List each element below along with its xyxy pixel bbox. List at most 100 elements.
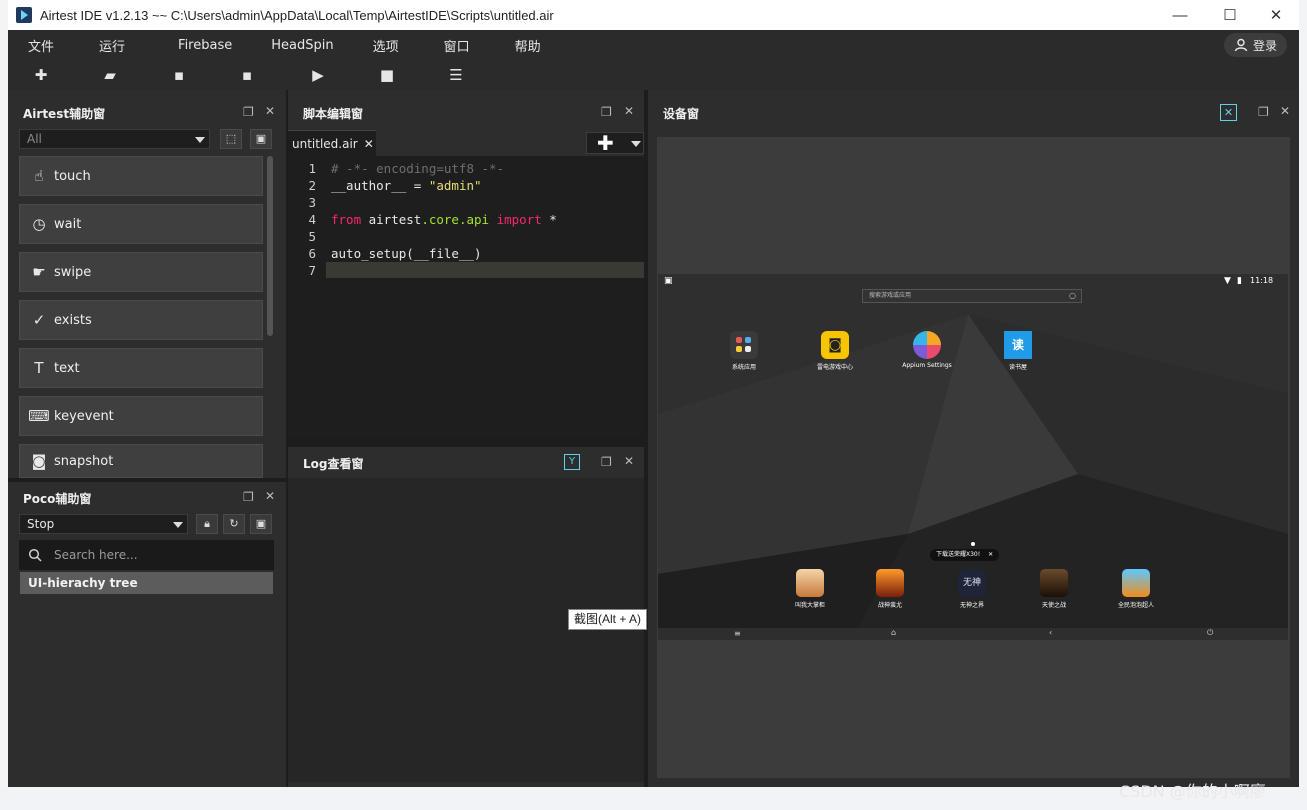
background-page-right-edge	[1299, 0, 1307, 787]
app-label: 雷电游戏中心	[816, 364, 853, 371]
minimize-button[interactable]: —	[1157, 0, 1203, 30]
app-label: 读书屋	[1008, 364, 1027, 371]
app-game-5[interactable]: 全民泡泡超人	[1112, 569, 1160, 615]
poco-search-field[interactable]: Search here...	[19, 540, 274, 570]
ui-hierarchy-tree-header[interactable]: UI-hierachy tree	[20, 572, 273, 594]
menu-file[interactable]: 文件	[8, 36, 73, 55]
api-exists-button[interactable]: ✓ exists	[19, 300, 263, 340]
select-region-icon[interactable]: ⬚	[220, 129, 242, 149]
menu-help[interactable]: 帮助	[489, 36, 560, 55]
float-panel-icon[interactable]: ❐	[243, 105, 254, 119]
record-icon[interactable]: ▣	[250, 129, 272, 149]
save-as-icon[interactable]: ▪	[236, 65, 258, 85]
power-nav-icon[interactable]: ⏻	[1207, 628, 1213, 638]
new-script-icon[interactable]: ✚	[30, 65, 52, 85]
app-label: 天使之战	[1041, 602, 1066, 609]
app-system-apps[interactable]: 系统应用	[728, 331, 760, 377]
code-token: import	[489, 212, 542, 227]
chevron-down-icon	[195, 137, 205, 143]
app-appium-settings[interactable]: Appium Settings	[902, 331, 952, 377]
plus-icon: ✚	[597, 131, 614, 155]
code-area[interactable]: 1 2 3 4 5 6 7 # -*- encoding=utf8 -*- __…	[288, 156, 644, 437]
app-game-4[interactable]: 天使之战	[1034, 569, 1074, 615]
menu-window[interactable]: 窗口	[418, 36, 489, 55]
script-editor-panel: 脚本编辑窗 ❐ ✕ untitled.air ✕ ✚ 1 2 3 4 5 6 7…	[288, 90, 644, 437]
view-log-icon[interactable]: ☰	[445, 65, 467, 85]
app-label: 叫我大掌柜	[794, 602, 825, 609]
device-tools-icon[interactable]: ✕	[1220, 104, 1237, 121]
promo-banner[interactable]: 下载送荣耀X30! ✕	[930, 549, 1000, 561]
code-line-6: auto_setup(__file__)	[331, 246, 482, 261]
tab-untitled-air[interactable]: untitled.air ✕	[288, 130, 376, 156]
log-output-area[interactable]	[288, 478, 644, 782]
app-game-3[interactable]: 无神 无神之界	[952, 569, 992, 615]
float-panel-icon[interactable]: ❐	[243, 490, 254, 504]
close-icon[interactable]: ✕	[988, 551, 993, 558]
stop-script-icon[interactable]: ■	[376, 65, 398, 85]
poco-mode-select[interactable]: Stop	[19, 514, 188, 534]
home-nav-icon[interactable]: ⌂	[891, 628, 896, 637]
back-nav-icon[interactable]: ‹	[1049, 628, 1052, 637]
code-line-2: __author__ = "admin"	[331, 178, 482, 193]
line-number: 3	[308, 195, 316, 210]
device-search-bar[interactable]: 搜索游戏或应用 ○	[862, 289, 1082, 303]
api-snapshot-button[interactable]: ◙ snapshot	[19, 444, 263, 478]
refresh-icon[interactable]: ↻	[223, 514, 245, 534]
editor-panel-title: 脚本编辑窗	[303, 106, 364, 121]
log-panel-header: Log查看窗 Y ❐ ✕	[296, 450, 644, 476]
api-wait-button[interactable]: ◷ wait	[19, 204, 263, 244]
menu-options[interactable]: 选项	[353, 36, 418, 55]
close-panel-icon[interactable]: ✕	[624, 454, 634, 468]
chevron-down-icon	[631, 141, 641, 147]
search-icon: ○	[1069, 291, 1076, 300]
close-window-button[interactable]: ✕	[1253, 0, 1299, 30]
run-script-icon[interactable]: ▶	[307, 65, 329, 85]
poco-search-placeholder: Search here...	[54, 548, 138, 562]
api-text-button[interactable]: T text	[19, 348, 263, 388]
code-token: .core.api	[421, 212, 490, 227]
record-icon[interactable]: ▣	[250, 514, 272, 534]
close-panel-icon[interactable]: ✕	[624, 104, 634, 118]
menu-nav-icon[interactable]: ≡	[734, 629, 741, 638]
float-panel-icon[interactable]: ❐	[601, 455, 612, 469]
app-game-1[interactable]: 叫我大掌柜	[788, 569, 832, 615]
filter-icon[interactable]: Y	[564, 454, 580, 470]
maximize-button[interactable]: ☐	[1207, 0, 1253, 30]
save-icon[interactable]: ▪	[168, 65, 190, 85]
app-reading-house[interactable]: 读 读书屋	[1002, 331, 1034, 377]
app-game-2[interactable]: 战神蚩尤	[870, 569, 910, 615]
add-script-button[interactable]: ✚	[586, 132, 644, 154]
game-icon	[1122, 569, 1150, 597]
api-touch-button[interactable]: ☝ touch	[19, 156, 263, 196]
api-keyevent-button[interactable]: ⌨ keyevent	[19, 396, 263, 436]
code-token: from	[331, 212, 362, 227]
lock-icon[interactable]: 🔒︎	[196, 514, 218, 534]
close-tab-icon[interactable]: ✕	[364, 137, 374, 151]
swipe-icon: ☛	[32, 263, 46, 281]
menu-firebase[interactable]: Firebase	[144, 38, 251, 53]
menu-run[interactable]: 运行	[73, 36, 144, 55]
api-label: swipe	[54, 264, 92, 280]
background-page-left-edge	[0, 0, 8, 787]
screenshot-tooltip: 截图(Alt + A)	[568, 609, 648, 630]
api-swipe-button[interactable]: ☛ swipe	[19, 252, 263, 292]
airtest-filter-select[interactable]: All	[19, 129, 210, 149]
menu-headspin[interactable]: HeadSpin	[251, 38, 352, 53]
check-circle-icon: ✓	[32, 311, 46, 329]
android-screen[interactable]: ▣ ▼ ▮ 11:18 搜索游戏或应用 ○ 系统应用 ◙ 雷电游戏中心 Appi…	[658, 274, 1288, 628]
login-button[interactable]: 登录	[1223, 33, 1287, 57]
app-game-center[interactable]: ◙ 雷电游戏中心	[815, 331, 855, 377]
float-panel-icon[interactable]: ❐	[1258, 105, 1269, 119]
open-folder-icon[interactable]: ▰	[99, 65, 121, 85]
close-panel-icon[interactable]: ✕	[265, 104, 275, 118]
float-panel-icon[interactable]: ❐	[601, 105, 612, 119]
code-token: "admin"	[428, 178, 482, 193]
airtest-app-icon	[16, 7, 32, 23]
close-panel-icon[interactable]: ✕	[265, 489, 275, 503]
poco-panel-title: Poco辅助窗	[23, 491, 92, 506]
editor-panel-header: 脚本编辑窗 ❐ ✕	[296, 100, 644, 126]
api-label: text	[54, 360, 80, 376]
android-nav-bar: ≡ ⌂ ‹ ⏻	[658, 628, 1288, 640]
airtest-panel-scrollbar[interactable]	[267, 156, 273, 336]
close-panel-icon[interactable]: ✕	[1280, 104, 1290, 118]
